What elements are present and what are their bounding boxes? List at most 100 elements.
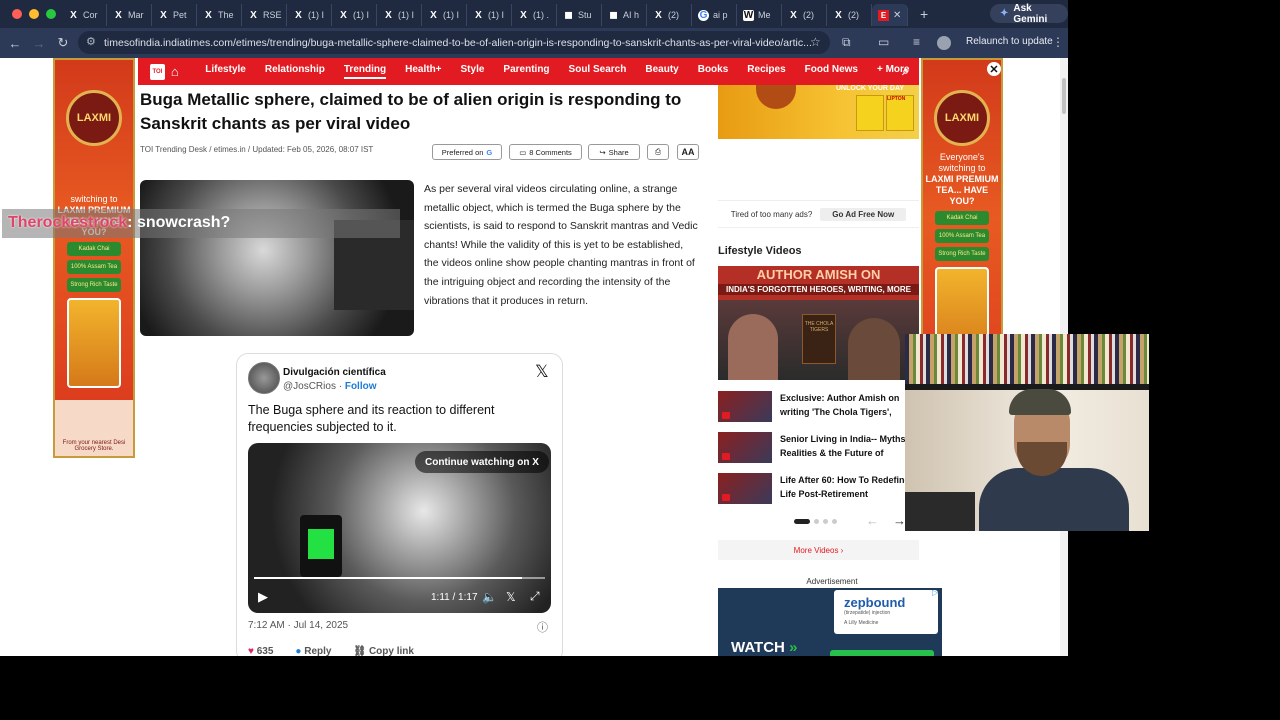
tab[interactable]: X Cor (62, 4, 107, 26)
video-list-item[interactable]: Senior Living in India-- Myths, Realitie… (718, 432, 918, 464)
info-icon[interactable]: ⓘ (537, 619, 548, 635)
bookmark-star-icon[interactable]: ☆ (810, 35, 821, 49)
scrollbar-thumb[interactable] (1062, 78, 1066, 114)
hero-image[interactable] (140, 180, 414, 336)
video-list-item[interactable]: Life After 60: How To Redefine Life Post… (718, 473, 918, 505)
x-logo-icon[interactable]: 𝕏 (506, 590, 516, 604)
fullscreen-icon[interactable]: ⤢ (530, 589, 540, 604)
tab[interactable]: Gai p (692, 4, 737, 26)
tab-label: (2) (668, 10, 679, 20)
profile-avatar[interactable] (937, 36, 951, 50)
tab[interactable]: X (1) . (512, 4, 557, 26)
home-icon[interactable]: ⌂ (171, 64, 186, 79)
nav-item-beauty[interactable]: Beauty (645, 64, 678, 79)
tab[interactable]: ◼ Stu (557, 4, 602, 26)
site-info-icon[interactable]: ⚙ (86, 35, 96, 48)
left-side-ad[interactable]: LAXMI switching to LAXMI PREMIUM TEA... … (53, 58, 135, 458)
link-icon: ⛓ (353, 646, 367, 656)
reply-button[interactable]: ● Reply (295, 646, 331, 656)
play-icon[interactable]: ▶ (258, 589, 268, 605)
tab[interactable]: X Mar (107, 4, 152, 26)
video-progress-bar[interactable] (254, 577, 545, 579)
follow-link[interactable]: Follow (345, 381, 377, 392)
nav-item-health[interactable]: Health+ (405, 64, 441, 79)
nav-item-recipes[interactable]: Recipes (747, 64, 785, 79)
featured-video[interactable]: AUTHOR AMISH ON INDIA'S FORGOTTEN HEROES… (718, 266, 919, 380)
tab[interactable]: X RSE (242, 4, 287, 26)
pager-dot[interactable] (832, 519, 837, 524)
laxmi-logo: LAXMI (66, 90, 122, 146)
back-arrow-icon[interactable]: ← (3, 36, 27, 51)
nav-item-relationship[interactable]: Relationship (265, 64, 325, 79)
video-list-item[interactable]: Exclusive: Author Amish on writing 'The … (718, 391, 918, 423)
tab[interactable]: X (1) I (467, 4, 512, 26)
avatar[interactable] (248, 362, 280, 394)
menu-kebab-icon[interactable]: ⋮ (1052, 35, 1064, 49)
x-logo-icon: X (430, 9, 437, 21)
zoom-window-button[interactable] (46, 9, 56, 19)
tab[interactable]: W Me (737, 4, 782, 26)
tab[interactable]: X Pet (152, 4, 197, 26)
search-icon[interactable]: ⌕ (902, 64, 909, 79)
nav-item-style[interactable]: Style (461, 64, 485, 79)
tab[interactable]: X (2) (647, 4, 692, 26)
minimize-window-button[interactable] (29, 9, 39, 19)
tab[interactable]: X (1) I (287, 4, 332, 26)
pager-dot[interactable] (823, 519, 828, 524)
nav-item-parenting[interactable]: Parenting (503, 64, 549, 79)
zepbound-logo: zepbound (tirzepatide) injection A Lilly M… (834, 590, 938, 634)
text-size-button[interactable]: AA (677, 144, 699, 160)
share-button[interactable]: ↪ Share (588, 144, 640, 160)
toi-logo[interactable]: TOI (150, 63, 165, 80)
go-ad-free-button[interactable]: Go Ad Free Now (820, 207, 907, 221)
tweet-author-name[interactable]: Divulgación científica (283, 367, 386, 378)
like-count: 635 (256, 646, 274, 656)
nav-item-trending[interactable]: Trending (343, 64, 387, 79)
like-button[interactable]: ♥ 635 (248, 646, 273, 656)
close-window-button[interactable] (12, 9, 22, 19)
copy-link-button[interactable]: ⛓ Copy link (353, 646, 414, 656)
nav-item-soul-search[interactable]: Soul Search (569, 64, 627, 79)
volume-icon[interactable]: 🔈 (482, 590, 497, 604)
tab[interactable]: X (2) (782, 4, 827, 26)
pager-dot[interactable] (794, 519, 810, 524)
nav-item-food-news[interactable]: Food News (805, 64, 858, 79)
x-logo-icon[interactable]: 𝕏 (535, 362, 549, 382)
pager-dot[interactable] (814, 519, 819, 524)
extensions-icon[interactable]: ⧉ (842, 35, 851, 50)
relaunch-button[interactable]: Relaunch to update (966, 36, 1053, 47)
tab[interactable]: X The (197, 4, 242, 26)
more-videos-button[interactable]: More Videos › (718, 540, 919, 560)
preferred-on-google-button[interactable]: Preferred on G (432, 144, 502, 160)
tab-active[interactable]: E ✕ (872, 4, 908, 26)
print-button[interactable]: ⎙ (647, 144, 669, 160)
tab[interactable]: X (1) I (422, 4, 467, 26)
tab[interactable]: ◼ AI h (602, 4, 647, 26)
close-ad-button[interactable]: ✕ (987, 62, 1001, 76)
ask-gemini-button[interactable]: ✦ Ask Gemini (990, 3, 1068, 25)
ad-choices-icon[interactable]: ▷ (932, 588, 938, 597)
address-bar[interactable]: ⚙ timesofindia.indiatimes.com/etimes/tre… (78, 31, 830, 54)
tab[interactable]: X (1) I (332, 4, 377, 26)
carousel-prev-arrow-icon[interactable]: ← (866, 513, 879, 528)
zepbound-ad[interactable]: zepbound (tirzepatide) injection A Lilly M… (718, 588, 942, 656)
nav-item-lifestyle[interactable]: Lifestyle (205, 64, 246, 79)
video-thumbnail (718, 391, 772, 422)
tab[interactable]: X (1) I (377, 4, 422, 26)
tea-ad-banner[interactable]: UNLOCK YOUR DAY LIPTON (718, 85, 919, 139)
tab[interactable]: X (2) (827, 4, 872, 26)
tweet-handle-text[interactable]: @JosCRios (283, 381, 336, 392)
comments-button[interactable]: ▭ 8 Comments (509, 144, 582, 160)
nav-item-books[interactable]: Books (698, 64, 729, 79)
close-tab-icon[interactable]: ✕ (893, 10, 901, 21)
continue-watching-button[interactable]: Continue watching on X (415, 451, 549, 473)
tweet-timestamp[interactable]: 7:12 AM · Jul 14, 2025 (248, 620, 348, 631)
chevrons-icon: » (789, 639, 798, 656)
tweet-video[interactable]: Continue watching on X ▶ 1:11 / 1:17 🔈 𝕏… (248, 443, 551, 613)
new-tab-button[interactable]: + (908, 6, 928, 22)
tired-text: Tired of too many ads? (730, 209, 813, 219)
reload-icon[interactable]: ↻ (51, 35, 75, 51)
cast-icon[interactable]: ▭ (878, 35, 889, 49)
forward-arrow-icon[interactable]: → (27, 36, 51, 51)
reading-list-icon[interactable]: ≡ (913, 35, 920, 49)
